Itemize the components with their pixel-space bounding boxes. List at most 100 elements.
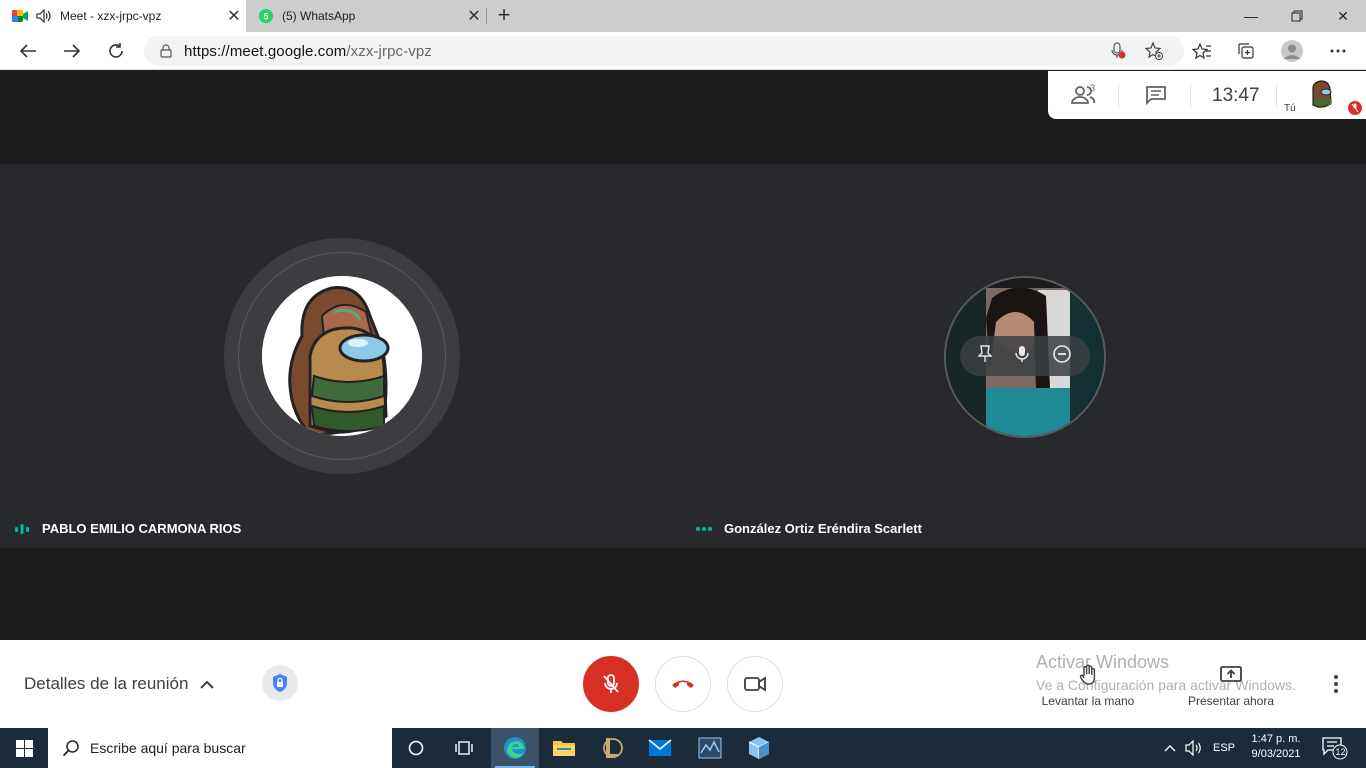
add-favorite-icon[interactable]: [1140, 37, 1168, 65]
taskbar-clock[interactable]: 1:47 p. m. 9/03/2021: [1244, 732, 1308, 762]
browser-tab-strip: Meet - xzx-jrpc-vpz ✕ 5 (5) WhatsApp ✕ +…: [0, 0, 1366, 32]
start-button[interactable]: [0, 728, 48, 768]
profile-avatar-icon[interactable]: [1276, 37, 1308, 65]
close-window-button[interactable]: ✕: [1320, 0, 1366, 32]
remove-participant-icon[interactable]: [1052, 344, 1072, 369]
chevron-up-icon: [200, 680, 215, 689]
minimize-button[interactable]: —: [1228, 0, 1274, 32]
raise-hand-label: Levantar la mano: [1041, 694, 1135, 708]
tile-hover-controls: [960, 336, 1090, 376]
input-language-button[interactable]: ESP: [1208, 728, 1240, 768]
clock-time: 1:47 p. m.: [1251, 733, 1301, 745]
taskbar-file-explorer[interactable]: [540, 728, 588, 768]
chevron-up-icon: [1164, 745, 1176, 752]
divider: [1276, 85, 1277, 107]
cortana-button[interactable]: [392, 728, 440, 768]
camera-toggle-button[interactable]: [727, 656, 783, 712]
url-text: https://meet.google.com/xzx-jrpc-vpz: [184, 43, 432, 60]
back-button[interactable]: [12, 36, 44, 66]
browser-toolbar: https://meet.google.com/xzx-jrpc-vpz: [0, 32, 1366, 70]
show-hidden-icons-button[interactable]: [1160, 728, 1180, 768]
notification-count: 12: [1335, 747, 1346, 757]
meeting-controls-bar: Detalles de la reunión Activar Windows V…: [0, 640, 1366, 728]
microphone-toggle-button[interactable]: [583, 656, 639, 712]
mute-participant-icon[interactable]: [1015, 345, 1029, 368]
close-tab-icon[interactable]: ✕: [462, 6, 486, 26]
windows-logo-icon: [15, 739, 33, 757]
participant-name-label: PABLO EMILIO CARMONA RIOS: [14, 521, 241, 536]
raise-hand-button[interactable]: Levantar la mano: [1033, 662, 1143, 708]
restore-button[interactable]: [1274, 0, 1320, 32]
url-host: https://meet.google.com: [184, 42, 347, 60]
self-avatar[interactable]: [1306, 79, 1336, 109]
more-options-icon[interactable]: [1326, 670, 1346, 698]
more-menu-icon[interactable]: [1322, 37, 1354, 65]
speaking-indicator-icon: [14, 523, 30, 535]
idle-indicator-icon: [696, 526, 712, 532]
whatsapp-icon: 5: [258, 8, 274, 24]
participant-name-label: González Ortiz Eréndira Scarlett: [696, 521, 922, 536]
participant-name: PABLO EMILIO CARMONA RIOS: [42, 521, 242, 536]
svg-text:5: 5: [263, 12, 268, 22]
taskbar-edge[interactable]: [491, 728, 539, 768]
tab-title: (5) WhatsApp: [282, 9, 356, 23]
self-label: Tú: [1284, 103, 1296, 114]
mail-icon: [648, 739, 672, 756]
action-center-button[interactable]: 12: [1322, 736, 1348, 760]
chat-button[interactable]: [1138, 81, 1174, 109]
present-now-label: Presentar ahora: [1187, 694, 1275, 708]
google-meet-icon: [12, 8, 28, 24]
edge-browser-icon: [504, 737, 526, 759]
audio-playing-icon[interactable]: [36, 9, 52, 23]
tab-separator: [486, 8, 487, 24]
divider: [1118, 85, 1119, 107]
language-label: ESP: [1212, 742, 1235, 754]
collections-icon[interactable]: [1230, 37, 1262, 65]
microphone-blocked-icon[interactable]: [1104, 37, 1132, 65]
tab-meet[interactable]: Meet - xzx-jrpc-vpz ✕: [0, 0, 246, 32]
speaker-icon: [1185, 740, 1201, 756]
taskbar-3d-viewer[interactable]: [735, 728, 783, 768]
taskbar-search-box[interactable]: Escribe aquí para buscar: [48, 728, 392, 768]
address-bar[interactable]: https://meet.google.com/xzx-jrpc-vpz: [144, 36, 1184, 66]
league-of-legends-icon: [603, 738, 623, 758]
meeting-details-button[interactable]: Detalles de la reunión: [24, 674, 215, 694]
close-tab-icon[interactable]: ✕: [222, 6, 246, 26]
tab-title: Meet - xzx-jrpc-vpz: [60, 9, 162, 23]
taskbar-league-client[interactable]: [588, 728, 636, 768]
task-view-button[interactable]: [440, 728, 488, 768]
new-tab-button[interactable]: +: [492, 4, 516, 28]
host-controls-shield-icon[interactable]: [262, 665, 298, 701]
pin-icon[interactable]: [976, 344, 993, 368]
people-button[interactable]: [1066, 81, 1102, 109]
self-muted-icon: [1348, 101, 1362, 115]
forward-button[interactable]: [56, 36, 88, 66]
url-path: /xzx-jrpc-vpz: [346, 42, 432, 60]
microphone-off-icon: [603, 674, 619, 693]
task-view-icon: [455, 741, 473, 755]
lock-icon[interactable]: [160, 44, 172, 58]
search-icon: [62, 740, 79, 757]
clock-date: 9/03/2021: [1251, 748, 1301, 760]
meeting-details-label: Detalles de la reunión: [24, 674, 189, 693]
volume-button[interactable]: [1182, 728, 1206, 768]
participant-count: 3: [1090, 83, 1096, 93]
meeting-info-bar: 3 13:47 Tú: [1048, 71, 1366, 119]
present-now-button[interactable]: Presentar ahora: [1176, 662, 1286, 708]
tab-whatsapp[interactable]: 5 (5) WhatsApp ✕: [246, 0, 486, 32]
favorites-icon[interactable]: [1186, 37, 1218, 65]
windows-taskbar: Escribe aquí para buscar ESP 1:47 p. m. …: [0, 728, 1366, 768]
taskbar-app[interactable]: [686, 728, 734, 768]
cube-icon: [748, 737, 770, 759]
leave-call-button[interactable]: [655, 656, 711, 712]
taskbar-mail[interactable]: [636, 728, 684, 768]
divider: [1190, 85, 1191, 107]
participant-avatar: [262, 276, 422, 436]
cortana-circle-icon: [408, 740, 424, 756]
folder-icon: [553, 741, 575, 756]
meeting-clock: 13:47: [1212, 85, 1260, 106]
bottom-band: [0, 548, 1366, 640]
raise-hand-icon: [1033, 662, 1143, 688]
present-screen-icon: [1176, 662, 1286, 688]
reload-button[interactable]: [100, 36, 132, 66]
